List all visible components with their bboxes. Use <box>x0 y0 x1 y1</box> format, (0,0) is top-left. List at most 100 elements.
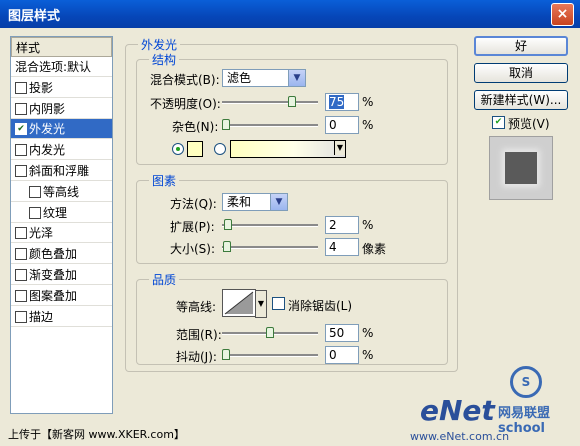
preview-checkbox[interactable]: ✔ <box>492 116 505 129</box>
style-item-checkbox[interactable] <box>15 102 27 115</box>
upload-credit: 上传于【新客网 www.XKER.com】 <box>8 428 185 441</box>
range-label: 范围(R): <box>176 328 222 342</box>
size-slider[interactable] <box>222 240 318 254</box>
styles-header[interactable]: 样式 <box>11 37 112 57</box>
noise-slider[interactable] <box>222 118 318 132</box>
watermark-school: 网易联盟 school <box>498 406 551 436</box>
chevron-down-icon: ▼ <box>270 194 287 210</box>
style-item-checkbox[interactable] <box>29 185 41 198</box>
style-item[interactable]: 图案叠加 <box>11 286 112 306</box>
spread-input[interactable]: 2 <box>325 216 359 234</box>
structure-title: 结构 <box>149 51 180 68</box>
range-input[interactable]: 50 <box>325 324 359 342</box>
antialias-checkbox[interactable] <box>272 297 285 310</box>
size-slider-thumb[interactable] <box>223 241 231 252</box>
new-style-button[interactable]: 新建样式(W)... <box>474 90 568 110</box>
chevron-down-icon: ▼ <box>334 141 345 155</box>
jitter-input[interactable]: 0 <box>325 346 359 364</box>
noise-slider-thumb[interactable] <box>222 119 230 130</box>
style-item-checkbox[interactable] <box>15 227 27 240</box>
solid-color-radio[interactable] <box>172 143 184 155</box>
footer-bar: 上传于【新客网 www.XKER.com】 <box>0 420 400 446</box>
opacity-unit: % <box>362 95 374 109</box>
opacity-slider[interactable] <box>222 95 318 109</box>
chevron-down-icon: ▼ <box>288 70 305 86</box>
elements-title: 图素 <box>149 172 180 189</box>
method-label: 方法(Q): <box>170 197 217 211</box>
range-slider-thumb[interactable] <box>266 327 274 338</box>
style-item-checkbox[interactable] <box>15 248 27 261</box>
method-value: 柔和 <box>227 195 252 209</box>
gradient-radio[interactable] <box>214 143 226 155</box>
style-item-label: 外发光 <box>29 122 66 137</box>
close-button[interactable]: × <box>551 3 574 26</box>
spread-slider-track <box>222 224 318 227</box>
style-item[interactable]: ✔ 外发光 <box>11 119 112 140</box>
style-item-label: 纹理 <box>43 205 68 220</box>
contour-curve-icon <box>224 291 254 315</box>
style-item-label: 投影 <box>29 80 54 95</box>
watermark-s-icon: S <box>510 366 542 398</box>
range-slider[interactable] <box>222 326 318 340</box>
blend-mode-select[interactable]: 滤色 ▼ <box>222 69 306 87</box>
preview-label: 预览(V) <box>508 117 550 131</box>
style-item[interactable]: 内发光 <box>11 140 112 161</box>
style-item-label: 光泽 <box>29 226 54 241</box>
style-item-checkbox[interactable] <box>15 310 27 323</box>
jitter-slider-track <box>222 354 318 357</box>
jitter-slider-thumb[interactable] <box>222 349 230 360</box>
style-item-checkbox[interactable]: ✔ <box>15 123 27 136</box>
style-item-checkbox[interactable] <box>15 144 27 157</box>
size-unit: 像素 <box>362 242 387 256</box>
jitter-unit: % <box>362 348 374 362</box>
size-input[interactable]: 4 <box>325 238 359 256</box>
style-item[interactable]: 光泽 <box>11 223 112 244</box>
spread-unit: % <box>362 218 374 232</box>
noise-slider-track <box>222 124 318 127</box>
style-item[interactable]: 混合选项:默认 <box>11 57 112 77</box>
watermark-logo: eNet <box>420 394 495 427</box>
style-item-checkbox[interactable] <box>15 81 27 94</box>
noise-unit: % <box>362 118 374 132</box>
style-item[interactable]: 等高线 <box>11 182 112 202</box>
cancel-button[interactable]: 取消 <box>474 63 568 83</box>
style-item-label: 内发光 <box>29 143 66 158</box>
style-item-checkbox[interactable] <box>15 165 27 177</box>
style-item[interactable]: 投影 <box>11 78 112 98</box>
opacity-slider-thumb[interactable] <box>288 96 296 107</box>
style-item[interactable]: 斜面和浮雕 <box>11 161 112 181</box>
spread-slider[interactable] <box>222 218 318 232</box>
style-item-checkbox[interactable] <box>15 289 27 302</box>
opacity-input[interactable]: 75 <box>325 93 359 111</box>
contour-label: 等高线: <box>176 300 217 314</box>
style-item-checkbox[interactable] <box>29 206 41 219</box>
glow-gradient-picker[interactable]: ▼ <box>230 140 346 158</box>
blend-mode-value: 滤色 <box>227 71 252 85</box>
style-item-label: 渐变叠加 <box>29 268 78 282</box>
style-item[interactable]: 渐变叠加 <box>11 265 112 285</box>
method-select[interactable]: 柔和 ▼ <box>222 193 288 211</box>
style-item[interactable]: 颜色叠加 <box>11 244 112 265</box>
opacity-value: 75 <box>329 95 345 109</box>
style-item-label: 斜面和浮雕 <box>29 164 90 178</box>
opacity-label: 不透明度(O): <box>150 97 221 111</box>
ok-button[interactable]: 好 <box>474 36 568 56</box>
style-item[interactable]: 纹理 <box>11 203 112 223</box>
jitter-slider[interactable] <box>222 348 318 362</box>
window-title: 图层样式 <box>8 9 61 24</box>
style-item-label: 图案叠加 <box>29 288 78 303</box>
styles-header-label: 样式 <box>16 41 41 55</box>
style-item-label: 描边 <box>29 309 54 324</box>
contour-picker[interactable]: ▼ <box>222 289 267 318</box>
chevron-down-icon: ▼ <box>255 290 267 318</box>
glow-color-swatch[interactable] <box>187 141 203 157</box>
style-item[interactable]: 描边 <box>11 307 112 327</box>
title-bar: 图层样式 × <box>0 0 580 28</box>
style-item-checkbox[interactable] <box>15 269 27 281</box>
style-item-label: 混合选项:默认 <box>15 60 92 74</box>
style-item[interactable]: 内阴影 <box>11 99 112 119</box>
spread-slider-thumb[interactable] <box>224 219 232 230</box>
noise-input[interactable]: 0 <box>325 116 359 134</box>
style-item-label: 颜色叠加 <box>29 247 78 262</box>
styles-list: 样式 混合选项:默认 投影 内阴影 ✔ 外发光 内发光 斜面和浮雕 等高线 纹理 光泽 颜色叠加 渐变… <box>10 36 113 414</box>
